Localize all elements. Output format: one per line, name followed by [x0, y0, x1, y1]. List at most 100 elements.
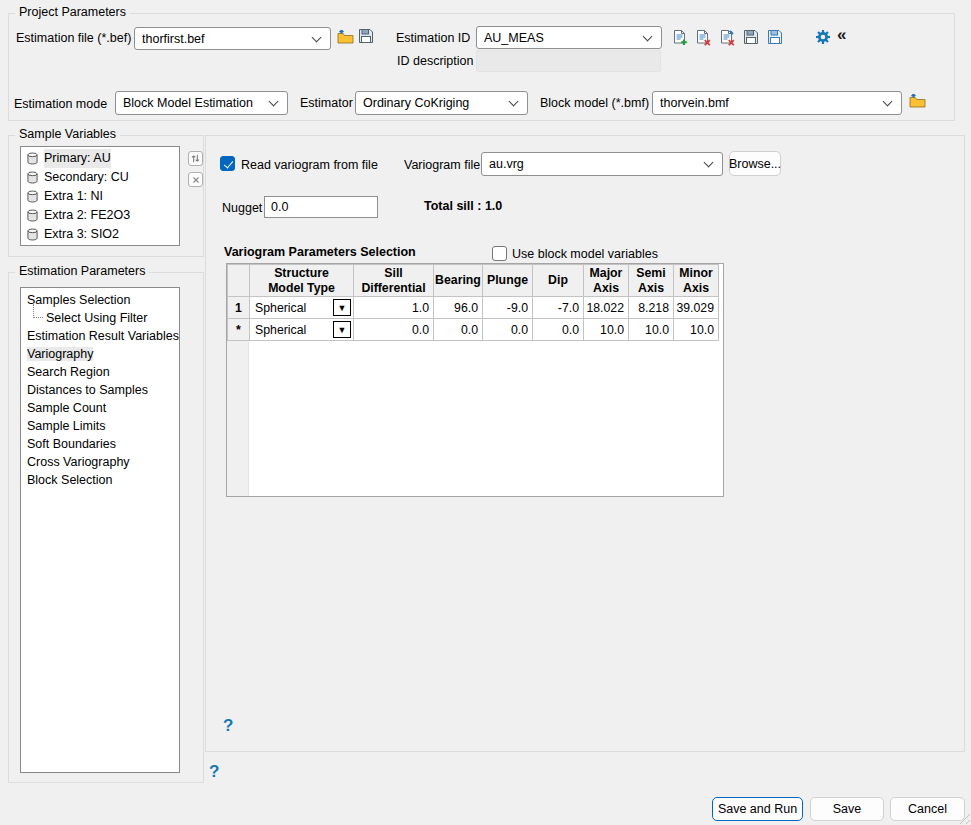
open-block-model-folder-icon[interactable]	[909, 93, 926, 108]
sample-variable-item[interactable]: Primary: AU	[21, 149, 179, 168]
total-sill-label: Total sill : 1.0	[424, 199, 502, 213]
column-header: Sill Differential	[354, 265, 434, 297]
estimation-parameter-item[interactable]: Block Selection	[21, 471, 179, 489]
estimation-parameter-item[interactable]: Select Using Filter	[21, 309, 179, 327]
table-cell[interactable]: 0.0	[434, 319, 483, 341]
save-and-run-button[interactable]: Save and Run	[712, 797, 803, 821]
settings-gear-icon[interactable]	[815, 29, 831, 45]
estimation-parameter-item[interactable]: Search Region	[21, 363, 179, 381]
help-icon-panel[interactable]: ?	[223, 716, 233, 736]
estimation-parameter-item[interactable]: Sample Count	[21, 399, 179, 417]
variable-cylinder-icon	[27, 190, 38, 203]
project-parameters-title: Project Parameters	[15, 5, 130, 19]
estimation-parameter-item[interactable]: Estimation Result Variables	[21, 327, 179, 345]
variable-cylinder-icon	[27, 228, 38, 241]
variogram-parameters-title: Variogram Parameters Selection	[224, 245, 416, 259]
save-id-as-icon[interactable]	[767, 29, 783, 45]
estimation-id-label: Estimation ID	[396, 31, 470, 45]
table-cell[interactable]: 0.0	[533, 319, 584, 341]
row-header[interactable]: 1	[228, 297, 250, 319]
save-label: Save	[833, 802, 862, 816]
cancel-button[interactable]: Cancel	[890, 797, 965, 821]
table-cell[interactable]: 8.218	[629, 297, 674, 319]
read-variogram-checkbox[interactable]	[220, 156, 235, 171]
estimator-label: Estimator	[300, 96, 353, 110]
collapse-chevrons-icon[interactable]: «	[837, 25, 846, 45]
estimation-parameters-list[interactable]: Samples SelectionSelect Using FilterEsti…	[20, 287, 180, 773]
variogram-file-value: au.vrg	[489, 157, 524, 171]
estimation-dialog: { "project_parameters": { "title": "Proj…	[0, 0, 971, 825]
column-header: Plunge	[483, 265, 533, 297]
save-file-icon[interactable]	[358, 28, 374, 44]
cancel-label: Cancel	[908, 802, 947, 816]
estimation-id-value: AU_MEAS	[484, 31, 544, 45]
browse-label: Browse...	[729, 157, 781, 171]
table-row: 1Spherical▼1.096.0-9.0-7.018.0228.21839.…	[228, 297, 719, 319]
block-model-combo[interactable]: thorvein.bmf	[652, 91, 902, 115]
estimation-parameter-item[interactable]: Samples Selection	[21, 291, 179, 309]
table-cell[interactable]: 10.0	[674, 319, 719, 341]
estimation-parameter-label: Variography	[27, 347, 93, 361]
sample-variable-label: Extra 1: NI	[44, 187, 103, 206]
estimation-parameter-item[interactable]: Variography	[21, 345, 179, 363]
clear-variables-button[interactable]	[188, 172, 203, 187]
structure-model-cell[interactable]: Spherical▼	[250, 297, 354, 319]
table-row: *Spherical▼0.00.00.00.010.010.010.0	[228, 319, 719, 341]
table-cell[interactable]: 18.022	[584, 297, 629, 319]
reorder-variables-button[interactable]	[188, 151, 203, 166]
sample-variable-item[interactable]: Secondary: CU	[21, 168, 179, 187]
rename-id-icon[interactable]	[719, 29, 735, 46]
variogram-file-combo[interactable]: au.vrg	[481, 152, 723, 176]
sample-variable-label: Extra 3: SIO2	[44, 225, 119, 244]
table-cell[interactable]: 0.0	[483, 319, 533, 341]
estimation-mode-value: Block Model Estimation	[123, 96, 253, 110]
estimation-parameter-label: Search Region	[27, 365, 110, 379]
new-id-icon[interactable]	[672, 29, 688, 46]
structure-model-value: Spherical	[255, 323, 306, 337]
estimation-parameter-label: Sample Count	[27, 401, 106, 415]
nugget-input[interactable]: 0.0	[264, 196, 378, 218]
use-block-model-checkbox[interactable]	[492, 246, 507, 261]
estimation-id-combo[interactable]: AU_MEAS	[476, 26, 662, 49]
estimation-parameter-item[interactable]: Cross Variography	[21, 453, 179, 471]
estimation-parameter-label: Distances to Samples	[27, 383, 148, 397]
table-cell[interactable]: 0.0	[354, 319, 434, 341]
nugget-value: 0.0	[271, 200, 288, 214]
estimator-combo[interactable]: Ordinary CoKriging	[355, 91, 528, 115]
variogram-table[interactable]: Structure Model TypeSill DifferentialBea…	[227, 264, 719, 341]
table-cell[interactable]: -9.0	[483, 297, 533, 319]
table-cell[interactable]: 1.0	[354, 297, 434, 319]
table-cell[interactable]: -7.0	[533, 297, 584, 319]
sample-variables-list[interactable]: Primary: AUSecondary: CUExtra 1: NIExtra…	[20, 146, 180, 246]
open-folder-icon[interactable]	[337, 29, 354, 44]
estimation-parameter-item[interactable]: Sample Limits	[21, 417, 179, 435]
variable-cylinder-icon	[27, 171, 38, 184]
estimation-mode-label: Estimation mode	[14, 97, 107, 111]
structure-dropdown-button[interactable]: ▼	[333, 321, 351, 338]
help-icon-dialog[interactable]: ?	[209, 762, 219, 782]
estimation-parameter-label: Cross Variography	[27, 455, 130, 469]
estimation-parameter-label: Soft Boundaries	[27, 437, 116, 451]
id-description-field	[476, 50, 661, 72]
estimation-parameter-item[interactable]: Distances to Samples	[21, 381, 179, 399]
estimation-parameter-label: Sample Limits	[27, 419, 106, 433]
table-cell[interactable]: 10.0	[629, 319, 674, 341]
structure-model-cell[interactable]: Spherical ▼	[250, 319, 354, 341]
table-cell[interactable]: 96.0	[434, 297, 483, 319]
save-button[interactable]: Save	[810, 797, 884, 821]
nugget-label: Nugget	[222, 201, 262, 215]
estimation-parameter-item[interactable]: Soft Boundaries	[21, 435, 179, 453]
estimation-mode-combo[interactable]: Block Model Estimation	[115, 91, 288, 115]
estimation-file-combo[interactable]: thorfirst.bef	[134, 27, 331, 50]
sample-variable-item[interactable]: Extra 2: FE2O3	[21, 206, 179, 225]
row-header[interactable]: *	[228, 319, 250, 341]
save-id-icon[interactable]	[743, 29, 759, 45]
delete-id-icon[interactable]	[695, 29, 711, 46]
table-cell[interactable]: 10.0	[584, 319, 629, 341]
table-cell[interactable]: 39.029	[674, 297, 719, 319]
sample-variable-item[interactable]: Extra 1: NI	[21, 187, 179, 206]
column-header: Major Axis	[584, 265, 629, 297]
browse-button[interactable]: Browse...	[729, 151, 781, 176]
sample-variable-item[interactable]: Extra 3: SIO2	[21, 225, 179, 244]
structure-dropdown-button[interactable]: ▼	[333, 299, 351, 316]
